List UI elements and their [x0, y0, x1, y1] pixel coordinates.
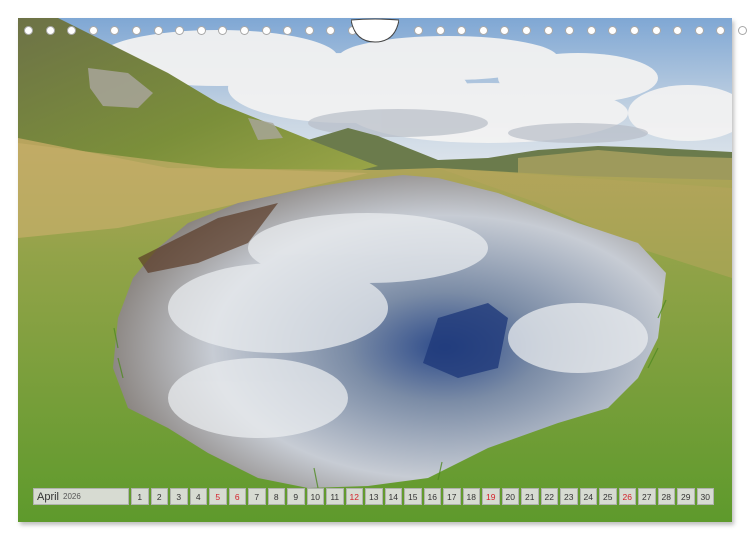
day-cell: 28	[657, 488, 675, 505]
day-cell: 10	[306, 488, 324, 505]
day-cell: 5	[209, 488, 227, 505]
binding-hole	[240, 26, 249, 35]
binding-hole	[630, 26, 639, 35]
binding-hole	[478, 26, 488, 35]
binding-hole	[457, 26, 467, 35]
day-cell: 17	[443, 488, 461, 505]
binding-hole	[45, 26, 55, 35]
binding-hole	[218, 26, 228, 35]
day-cell: 1	[131, 488, 149, 505]
binding-hole	[153, 26, 163, 35]
day-cell: 20	[501, 488, 519, 505]
hanger-cutout	[351, 18, 399, 43]
binding-hole	[414, 26, 423, 35]
landscape-photo	[18, 18, 732, 522]
day-cell: 16	[423, 488, 441, 505]
binding-hole	[326, 26, 336, 35]
day-cell: 15	[404, 488, 422, 505]
day-list: 1 2 3 4 5 6 7 8 9 10 11 12 13 14 15 16 17 18 19 20 21 22 23 24 2…	[131, 488, 716, 505]
binding-hole	[304, 26, 314, 35]
day-cell: 13	[365, 488, 383, 505]
day-cell: 8	[267, 488, 285, 505]
month-name: April	[37, 490, 60, 503]
binding-hole	[543, 26, 553, 35]
year-label: 2026	[63, 492, 81, 501]
day-cell: 25	[599, 488, 617, 505]
binding-hole	[110, 26, 120, 35]
day-cell: 3	[170, 488, 188, 505]
binding-hole	[608, 26, 618, 35]
day-cell: 4	[189, 488, 207, 505]
calendar-bar: April 2026 1 2 3 4 5 6 7 8 9 10 11 12 13 14 15 16 17 18 19…	[33, 488, 716, 505]
binding-hole	[175, 26, 185, 35]
binding-hole	[522, 26, 531, 35]
month-label: April 2026	[33, 488, 129, 505]
day-cell: 18	[462, 488, 480, 505]
day-cell: 11	[326, 488, 344, 505]
day-cell: 9	[287, 488, 305, 505]
binding-hole	[283, 26, 293, 35]
binding-hole	[435, 26, 445, 35]
binding-hole	[673, 26, 683, 35]
day-cell: 6	[228, 488, 246, 505]
day-cell: 23	[560, 488, 578, 505]
binding-hole	[738, 26, 747, 35]
day-cell: 27	[638, 488, 656, 505]
day-cell: 14	[384, 488, 402, 505]
day-cell: 12	[345, 488, 363, 505]
binding-hole	[716, 26, 726, 35]
binding-hole	[261, 26, 271, 35]
binding-hole	[586, 26, 596, 35]
day-cell: 26	[618, 488, 636, 505]
day-cell: 2	[150, 488, 168, 505]
binding-hole	[694, 26, 704, 35]
day-cell: 30	[696, 488, 714, 505]
binding-hole	[132, 26, 141, 35]
day-cell: 21	[521, 488, 539, 505]
binding-hole	[500, 26, 510, 35]
binding-hole	[651, 26, 661, 35]
binding-hole	[565, 26, 575, 35]
binding-hole	[24, 26, 33, 35]
day-cell: 7	[248, 488, 266, 505]
binding-hole	[67, 26, 77, 35]
day-cell: 22	[540, 488, 558, 505]
binding-hole	[196, 26, 206, 35]
binding-hole	[88, 26, 98, 35]
day-cell: 19	[482, 488, 500, 505]
day-cell: 24	[579, 488, 597, 505]
day-cell: 29	[677, 488, 695, 505]
